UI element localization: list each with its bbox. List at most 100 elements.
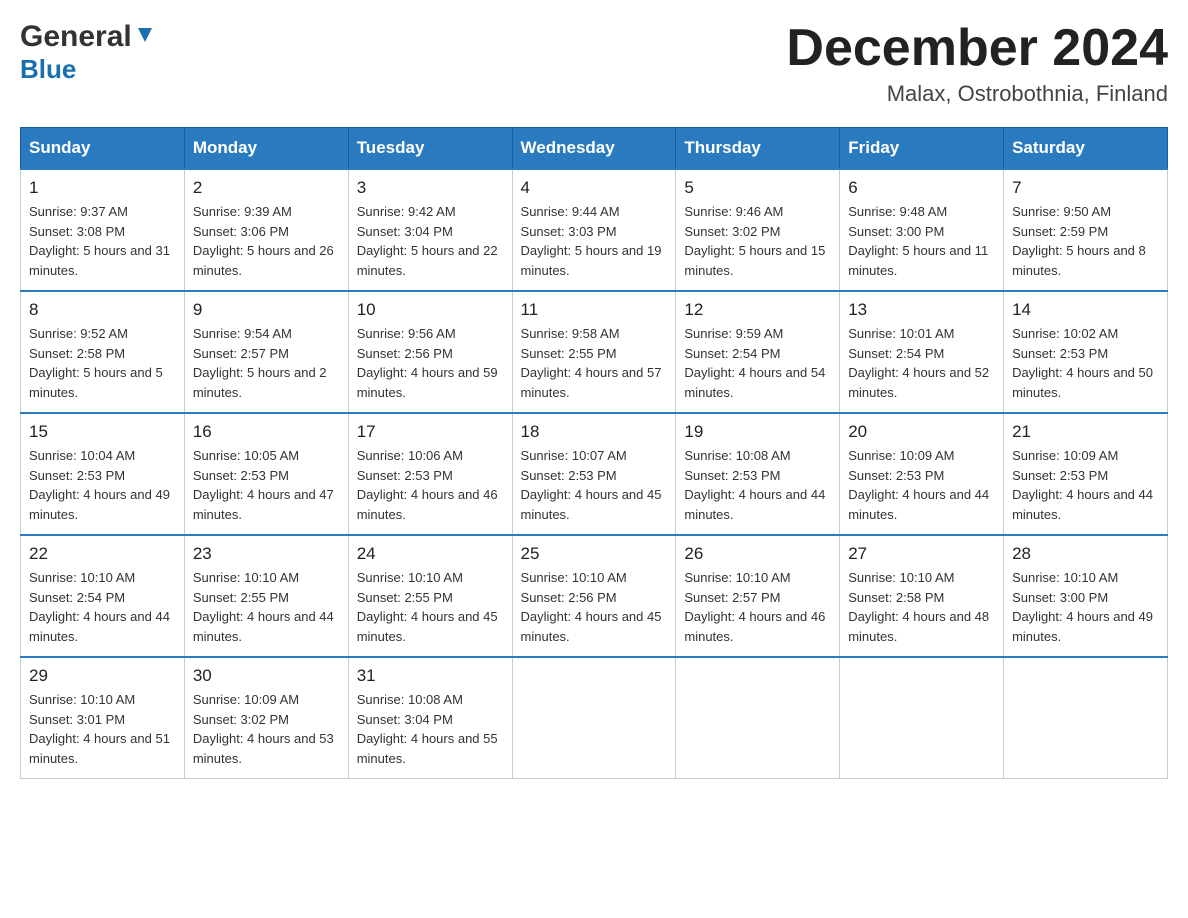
calendar-day-cell: 19 Sunrise: 10:08 AM Sunset: 2:53 PM Day… [676, 413, 840, 535]
day-info: Sunrise: 9:54 AM Sunset: 2:57 PM Dayligh… [193, 324, 340, 402]
day-of-week-header: Saturday [1004, 128, 1168, 170]
calendar-day-cell: 16 Sunrise: 10:05 AM Sunset: 2:53 PM Day… [184, 413, 348, 535]
day-info: Sunrise: 10:10 AM Sunset: 2:55 PM Daylig… [357, 568, 504, 646]
calendar-day-cell: 5 Sunrise: 9:46 AM Sunset: 3:02 PM Dayli… [676, 169, 840, 291]
day-info: Sunrise: 10:09 AM Sunset: 2:53 PM Daylig… [848, 446, 995, 524]
day-number: 31 [357, 666, 504, 686]
day-info: Sunrise: 10:02 AM Sunset: 2:53 PM Daylig… [1012, 324, 1159, 402]
calendar-day-cell: 4 Sunrise: 9:44 AM Sunset: 3:03 PM Dayli… [512, 169, 676, 291]
day-number: 30 [193, 666, 340, 686]
day-number: 6 [848, 178, 995, 198]
day-number: 4 [521, 178, 668, 198]
day-info: Sunrise: 10:10 AM Sunset: 3:00 PM Daylig… [1012, 568, 1159, 646]
logo-arrow-icon [134, 24, 156, 51]
day-number: 21 [1012, 422, 1159, 442]
day-info: Sunrise: 10:04 AM Sunset: 2:53 PM Daylig… [29, 446, 176, 524]
day-info: Sunrise: 10:10 AM Sunset: 2:56 PM Daylig… [521, 568, 668, 646]
calendar-day-cell: 22 Sunrise: 10:10 AM Sunset: 2:54 PM Day… [21, 535, 185, 657]
calendar-day-cell: 2 Sunrise: 9:39 AM Sunset: 3:06 PM Dayli… [184, 169, 348, 291]
day-info: Sunrise: 9:59 AM Sunset: 2:54 PM Dayligh… [684, 324, 831, 402]
day-number: 14 [1012, 300, 1159, 320]
calendar-day-cell: 15 Sunrise: 10:04 AM Sunset: 2:53 PM Day… [21, 413, 185, 535]
calendar-day-cell: 9 Sunrise: 9:54 AM Sunset: 2:57 PM Dayli… [184, 291, 348, 413]
calendar-day-cell [676, 657, 840, 779]
day-of-week-header: Thursday [676, 128, 840, 170]
day-info: Sunrise: 10:08 AM Sunset: 2:53 PM Daylig… [684, 446, 831, 524]
calendar-day-cell [1004, 657, 1168, 779]
day-number: 22 [29, 544, 176, 564]
calendar-day-cell: 17 Sunrise: 10:06 AM Sunset: 2:53 PM Day… [348, 413, 512, 535]
day-of-week-header: Friday [840, 128, 1004, 170]
day-of-week-header: Tuesday [348, 128, 512, 170]
calendar-week-row: 22 Sunrise: 10:10 AM Sunset: 2:54 PM Day… [21, 535, 1168, 657]
calendar-day-cell: 13 Sunrise: 10:01 AM Sunset: 2:54 PM Day… [840, 291, 1004, 413]
calendar-day-cell: 11 Sunrise: 9:58 AM Sunset: 2:55 PM Dayl… [512, 291, 676, 413]
calendar-day-cell: 21 Sunrise: 10:09 AM Sunset: 2:53 PM Day… [1004, 413, 1168, 535]
day-number: 15 [29, 422, 176, 442]
day-of-week-header: Monday [184, 128, 348, 170]
title-area: December 2024 Malax, Ostrobothnia, Finla… [786, 20, 1168, 107]
day-number: 11 [521, 300, 668, 320]
day-info: Sunrise: 9:52 AM Sunset: 2:58 PM Dayligh… [29, 324, 176, 402]
calendar-day-cell: 8 Sunrise: 9:52 AM Sunset: 2:58 PM Dayli… [21, 291, 185, 413]
location-text: Malax, Ostrobothnia, Finland [786, 81, 1168, 107]
calendar-week-row: 29 Sunrise: 10:10 AM Sunset: 3:01 PM Day… [21, 657, 1168, 779]
day-of-week-header: Sunday [21, 128, 185, 170]
calendar-day-cell: 26 Sunrise: 10:10 AM Sunset: 2:57 PM Day… [676, 535, 840, 657]
calendar-day-cell: 28 Sunrise: 10:10 AM Sunset: 3:00 PM Day… [1004, 535, 1168, 657]
calendar-body: 1 Sunrise: 9:37 AM Sunset: 3:08 PM Dayli… [21, 169, 1168, 779]
logo-blue-text: Blue [20, 54, 76, 85]
calendar-day-cell: 6 Sunrise: 9:48 AM Sunset: 3:00 PM Dayli… [840, 169, 1004, 291]
day-info: Sunrise: 9:39 AM Sunset: 3:06 PM Dayligh… [193, 202, 340, 280]
day-info: Sunrise: 10:09 AM Sunset: 3:02 PM Daylig… [193, 690, 340, 768]
calendar-week-row: 1 Sunrise: 9:37 AM Sunset: 3:08 PM Dayli… [21, 169, 1168, 291]
day-number: 10 [357, 300, 504, 320]
calendar-day-cell: 20 Sunrise: 10:09 AM Sunset: 2:53 PM Day… [840, 413, 1004, 535]
day-number: 13 [848, 300, 995, 320]
day-info: Sunrise: 9:50 AM Sunset: 2:59 PM Dayligh… [1012, 202, 1159, 280]
day-info: Sunrise: 10:09 AM Sunset: 2:53 PM Daylig… [1012, 446, 1159, 524]
logo-general-text: General [20, 20, 132, 54]
day-info: Sunrise: 10:10 AM Sunset: 2:58 PM Daylig… [848, 568, 995, 646]
calendar-week-row: 15 Sunrise: 10:04 AM Sunset: 2:53 PM Day… [21, 413, 1168, 535]
day-number: 20 [848, 422, 995, 442]
logo: General Blue [20, 20, 156, 85]
day-number: 24 [357, 544, 504, 564]
day-number: 29 [29, 666, 176, 686]
calendar-day-cell: 29 Sunrise: 10:10 AM Sunset: 3:01 PM Day… [21, 657, 185, 779]
month-title: December 2024 [786, 20, 1168, 77]
calendar-day-cell: 27 Sunrise: 10:10 AM Sunset: 2:58 PM Day… [840, 535, 1004, 657]
calendar-day-cell: 10 Sunrise: 9:56 AM Sunset: 2:56 PM Dayl… [348, 291, 512, 413]
day-number: 3 [357, 178, 504, 198]
day-info: Sunrise: 9:37 AM Sunset: 3:08 PM Dayligh… [29, 202, 176, 280]
day-of-week-header: Wednesday [512, 128, 676, 170]
day-number: 7 [1012, 178, 1159, 198]
calendar-table: SundayMondayTuesdayWednesdayThursdayFrid… [20, 127, 1168, 779]
calendar-day-cell: 31 Sunrise: 10:08 AM Sunset: 3:04 PM Day… [348, 657, 512, 779]
day-number: 2 [193, 178, 340, 198]
calendar-day-cell: 14 Sunrise: 10:02 AM Sunset: 2:53 PM Day… [1004, 291, 1168, 413]
calendar-day-cell: 23 Sunrise: 10:10 AM Sunset: 2:55 PM Day… [184, 535, 348, 657]
calendar-week-row: 8 Sunrise: 9:52 AM Sunset: 2:58 PM Dayli… [21, 291, 1168, 413]
day-info: Sunrise: 9:58 AM Sunset: 2:55 PM Dayligh… [521, 324, 668, 402]
day-info: Sunrise: 10:01 AM Sunset: 2:54 PM Daylig… [848, 324, 995, 402]
day-info: Sunrise: 9:42 AM Sunset: 3:04 PM Dayligh… [357, 202, 504, 280]
day-number: 25 [521, 544, 668, 564]
day-info: Sunrise: 10:10 AM Sunset: 3:01 PM Daylig… [29, 690, 176, 768]
day-number: 19 [684, 422, 831, 442]
day-number: 12 [684, 300, 831, 320]
day-info: Sunrise: 9:56 AM Sunset: 2:56 PM Dayligh… [357, 324, 504, 402]
day-number: 1 [29, 178, 176, 198]
day-number: 8 [29, 300, 176, 320]
day-number: 26 [684, 544, 831, 564]
day-info: Sunrise: 10:10 AM Sunset: 2:57 PM Daylig… [684, 568, 831, 646]
calendar-day-cell: 25 Sunrise: 10:10 AM Sunset: 2:56 PM Day… [512, 535, 676, 657]
day-info: Sunrise: 9:48 AM Sunset: 3:00 PM Dayligh… [848, 202, 995, 280]
day-info: Sunrise: 9:44 AM Sunset: 3:03 PM Dayligh… [521, 202, 668, 280]
day-info: Sunrise: 10:10 AM Sunset: 2:54 PM Daylig… [29, 568, 176, 646]
calendar-day-cell: 12 Sunrise: 9:59 AM Sunset: 2:54 PM Dayl… [676, 291, 840, 413]
calendar-day-cell: 24 Sunrise: 10:10 AM Sunset: 2:55 PM Day… [348, 535, 512, 657]
calendar-day-cell: 18 Sunrise: 10:07 AM Sunset: 2:53 PM Day… [512, 413, 676, 535]
day-info: Sunrise: 10:06 AM Sunset: 2:53 PM Daylig… [357, 446, 504, 524]
calendar-header: SundayMondayTuesdayWednesdayThursdayFrid… [21, 128, 1168, 170]
